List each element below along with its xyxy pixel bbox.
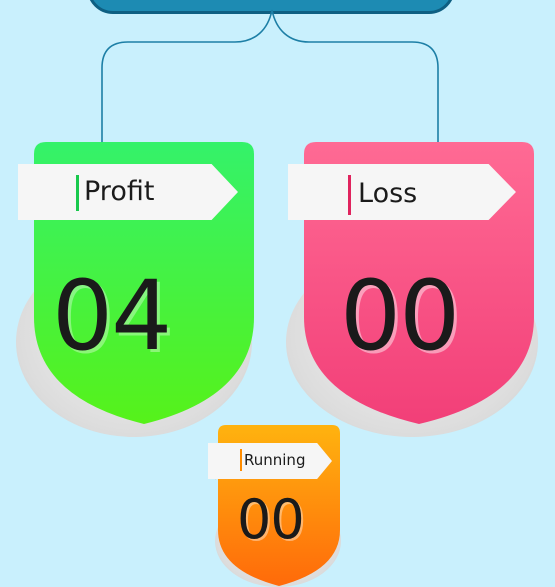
running-label: Running <box>244 451 306 469</box>
profit-label-marker <box>76 175 79 211</box>
profit-value: 04 <box>52 260 172 372</box>
profit-card: Profit 04 <box>14 142 254 442</box>
loss-value: 00 <box>340 260 460 372</box>
running-card: Running 00 <box>205 425 345 587</box>
loss-label: Loss <box>358 178 418 209</box>
loss-card: Loss 00 <box>286 142 543 442</box>
stats-diagram: Profit 04 Loss 00 Running 00 <box>0 0 555 587</box>
running-value: 00 <box>237 488 305 551</box>
loss-label-marker <box>348 175 351 215</box>
profit-label: Profit <box>84 176 155 207</box>
running-label-marker <box>240 449 242 471</box>
